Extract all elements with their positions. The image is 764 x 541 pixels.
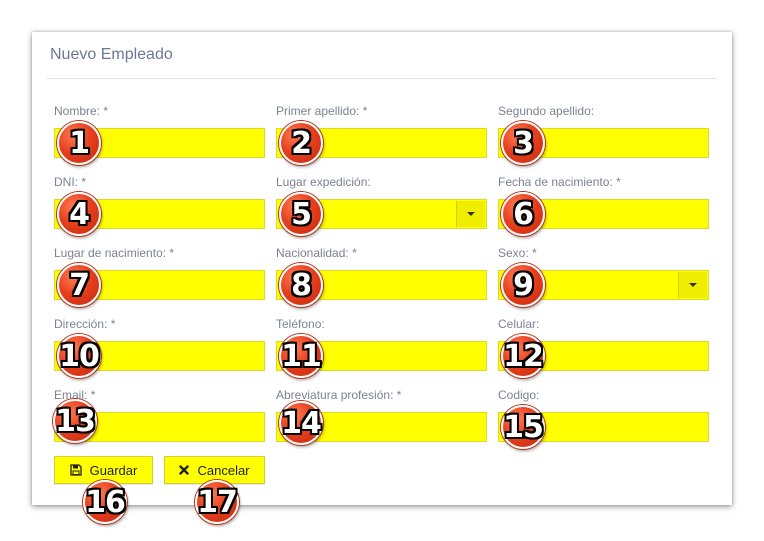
annotation-badge-10: 10 [57, 334, 101, 378]
sexo-label: Sexo: * [498, 246, 537, 260]
annotation-badge-7: 7 [57, 263, 101, 307]
new-employee-card: Nuevo Empleado Nombre: * Primer apellido… [32, 32, 732, 505]
codigo-label: Codigo: [498, 388, 540, 402]
nombre-label: Nombre: * [54, 104, 109, 118]
annotation-badge-9: 9 [501, 263, 545, 307]
primer-apellido-label: Primer apellido: * [276, 104, 368, 118]
direccion-label: Dirección: * [54, 317, 116, 331]
fecha-nacimiento-label: Fecha de nacimiento: * [498, 175, 621, 189]
annotation-badge-1: 1 [57, 121, 101, 165]
lugar-expedicion-label: Lugar expedición: [276, 175, 371, 189]
segundo-apellido-label: Segundo apellido: [498, 104, 595, 118]
annotation-badge-5: 5 [279, 192, 323, 236]
annotation-badge-8: 8 [279, 263, 323, 307]
celular-label: Celular: [498, 317, 540, 331]
annotation-badge-12: 12 [501, 334, 545, 378]
lugar-nacimiento-label: Lugar de nacimiento: * [54, 246, 175, 260]
save-button-label: Guardar [89, 462, 138, 478]
annotation-badge-4: 4 [57, 192, 101, 236]
annotation-badge-15: 15 [501, 405, 545, 449]
abreviatura-label: Abreviatura profesión: * [276, 388, 402, 402]
form-title: Nuevo Empleado [50, 46, 173, 63]
annotation-badge-13: 13 [53, 399, 97, 443]
close-icon [179, 465, 190, 475]
annotation-badge-16: 16 [83, 480, 127, 524]
dni-label: DNI: * [54, 175, 87, 189]
lugar-expedicion-dropdown-button[interactable] [456, 201, 485, 227]
save-icon [69, 464, 82, 476]
annotation-badge-14: 14 [279, 401, 323, 445]
sexo-dropdown-button[interactable] [678, 272, 707, 298]
annotation-badge-17: 17 [195, 480, 239, 524]
annotation-badge-3: 3 [501, 121, 545, 165]
title-divider [46, 78, 717, 79]
chevron-down-icon [467, 212, 475, 216]
annotation-badge-11: 11 [279, 334, 323, 378]
nacionalidad-label: Nacionalidad: * [276, 246, 357, 260]
cancel-button-label: Cancelar [197, 462, 250, 478]
chevron-down-icon [689, 283, 697, 287]
annotation-badge-2: 2 [279, 121, 323, 165]
annotation-badge-6: 6 [501, 192, 545, 236]
telefono-label: Teléfono: [276, 317, 325, 331]
